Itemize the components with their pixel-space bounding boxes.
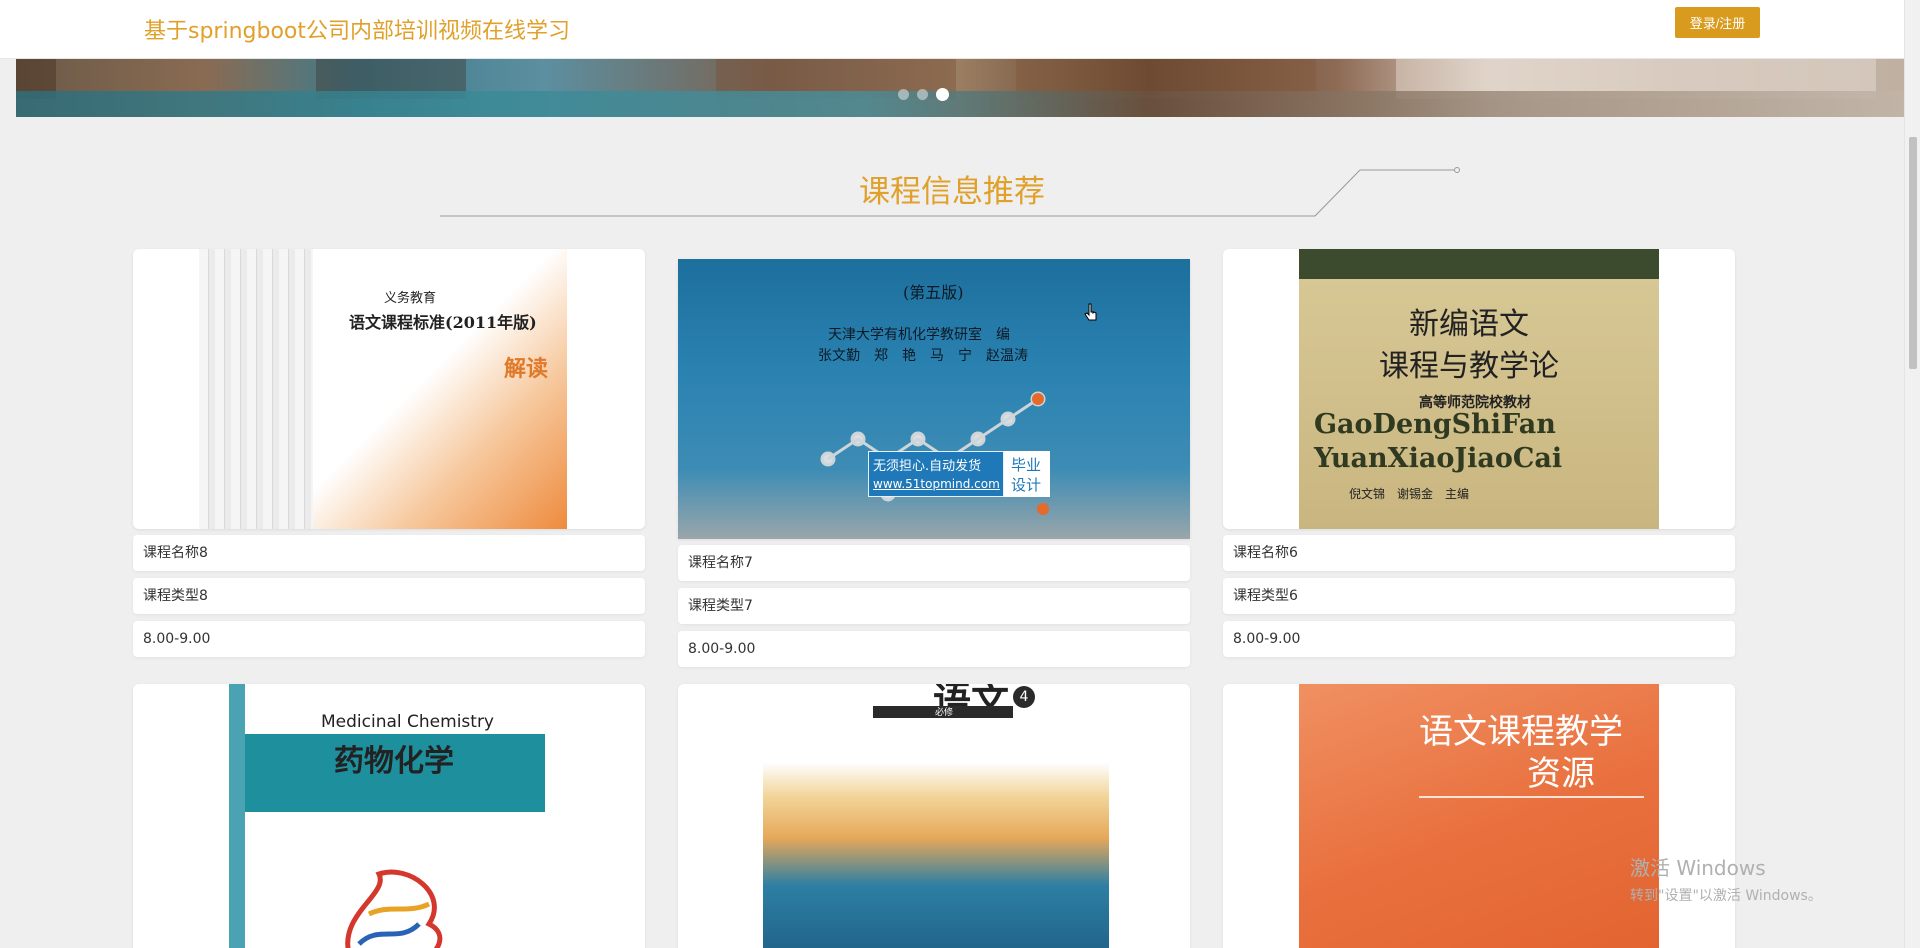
course-name[interactable]: 课程名称7 bbox=[678, 545, 1190, 581]
course-cover-image[interactable]: (第五版) 天津大学有机化学教研室 编 张文勤 郑 艳 马 宁 赵温涛 无须担心… bbox=[678, 259, 1190, 539]
cover-text: 天津大学有机化学教研室 编 bbox=[828, 327, 1010, 343]
course-type: 课程类型6 bbox=[1223, 578, 1735, 614]
site-title[interactable]: 基于springboot公司内部培训视频在线学习 bbox=[144, 13, 570, 45]
protein-graphic bbox=[345, 869, 443, 948]
course-time: 8.00-9.00 bbox=[678, 631, 1190, 667]
cover-text: 解读 bbox=[504, 356, 549, 382]
cover-text: 义务教育 bbox=[384, 291, 437, 306]
top-navbar: 基于springboot公司内部培训视频在线学习 登录/注册 bbox=[0, 0, 1904, 59]
mouse-pointer-icon bbox=[1084, 303, 1097, 321]
carousel-indicators bbox=[898, 88, 949, 101]
course-card[interactable]: 语文 必修 4 bbox=[678, 684, 1190, 948]
molecule-graphic bbox=[820, 391, 1049, 515]
scrollbar-thumb[interactable] bbox=[1909, 137, 1917, 369]
watermark-badge-side: 毕业 设计 bbox=[1004, 451, 1050, 497]
course-type: 课程类型7 bbox=[678, 588, 1190, 624]
course-card[interactable]: Medicinal Chemistry 药物化学 bbox=[133, 684, 645, 948]
course-time: 8.00-9.00 bbox=[133, 621, 645, 657]
course-name[interactable]: 课程名称8 bbox=[133, 535, 645, 571]
watermark-line: 转到"设置"以激活 Windows。 bbox=[1630, 888, 1822, 904]
os-activation-watermark: 激活 Windows 转到"设置"以激活 Windows。 bbox=[1630, 852, 1822, 905]
cover-text: 新编语文 bbox=[1409, 307, 1529, 342]
course-cover-image[interactable]: 语文 必修 4 bbox=[678, 684, 1190, 948]
cover-text: YuanXiaoJiaoCai bbox=[1314, 443, 1563, 474]
course-time: 8.00-9.00 bbox=[1223, 621, 1735, 657]
watermark-text: 毕业 bbox=[1011, 456, 1042, 474]
cover-text: GaoDengShiFan bbox=[1314, 409, 1556, 440]
course-cover-image[interactable]: 义务教育 语文课程标准(2011年版) 解读 bbox=[133, 249, 645, 529]
carousel-dot-active[interactable] bbox=[936, 88, 949, 101]
cover-text: 课程与教学论 bbox=[1379, 349, 1559, 384]
cover-text: (第五版) bbox=[903, 283, 964, 302]
watermark-link: www.51topmind.com bbox=[873, 477, 1000, 491]
cover-text: Medicinal Chemistry bbox=[321, 712, 494, 732]
carousel-dot[interactable] bbox=[898, 89, 909, 100]
page-scrollbar[interactable] bbox=[1904, 0, 1920, 948]
cover-text: 药物化学 bbox=[334, 744, 454, 779]
course-card[interactable]: 新编语文 课程与教学论 高等师范院校教材 GaoDengShiFan YuanX… bbox=[1223, 249, 1735, 657]
carousel-dot[interactable] bbox=[917, 89, 928, 100]
watermark-badge: 无须担心.自动发货 www.51topmind.com bbox=[868, 451, 1004, 497]
section-title: 课程信息推荐 bbox=[859, 174, 1045, 210]
watermark-line: 激活 Windows bbox=[1630, 856, 1766, 880]
course-cover-image[interactable]: 新编语文 课程与教学论 高等师范院校教材 GaoDengShiFan YuanX… bbox=[1223, 249, 1735, 529]
course-card[interactable]: 义务教育 语文课程标准(2011年版) 解读 课程名称8 课程类型8 8.00-… bbox=[133, 249, 645, 657]
watermark-text: 无须担心.自动发货 bbox=[873, 459, 982, 474]
cover-text: 语文课程标准(2011年版) bbox=[349, 313, 537, 332]
course-card[interactable]: 语文课程教学 资源 bbox=[1223, 684, 1735, 948]
course-card[interactable]: (第五版) 天津大学有机化学教研室 编 张文勤 郑 艳 马 宁 赵温涛 无须担心… bbox=[678, 259, 1190, 667]
watermark-text: 设计 bbox=[1011, 476, 1042, 494]
login-register-button[interactable]: 登录/注册 bbox=[1675, 7, 1760, 38]
course-cover-image[interactable]: Medicinal Chemistry 药物化学 bbox=[133, 684, 645, 948]
cover-text: 倪文锦 谢锡金 主编 bbox=[1349, 487, 1470, 501]
cover-volume-badge: 4 bbox=[1013, 686, 1035, 708]
course-cover-image[interactable]: 语文课程教学 资源 bbox=[1223, 684, 1735, 948]
course-type: 课程类型8 bbox=[133, 578, 645, 614]
cover-text: 资源 bbox=[1527, 754, 1595, 794]
course-name[interactable]: 课程名称6 bbox=[1223, 535, 1735, 571]
banner-carousel[interactable] bbox=[16, 59, 1904, 117]
cover-text: 张文勤 郑 艳 马 宁 赵温涛 bbox=[818, 348, 1028, 364]
cover-text: 必修 bbox=[935, 708, 954, 718]
